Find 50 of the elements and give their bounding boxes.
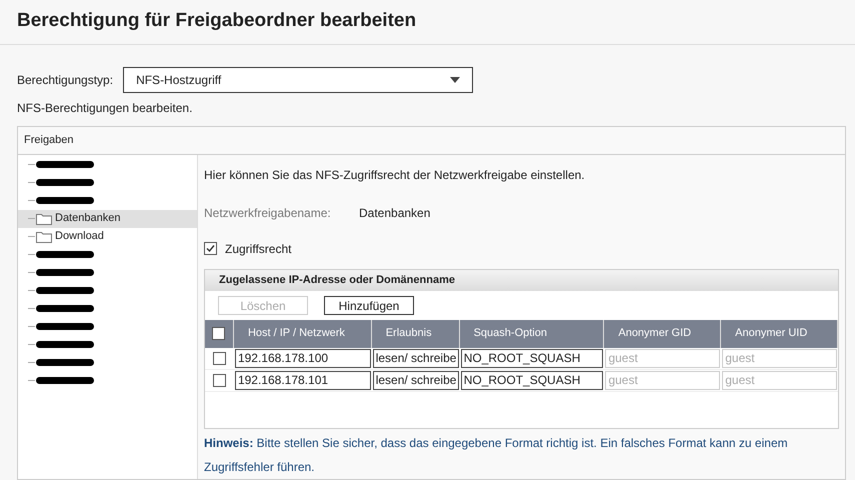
caret-icon xyxy=(450,76,460,82)
access-checkbox[interactable] xyxy=(204,242,217,255)
permission-type-label: Berechtigungstyp: xyxy=(17,72,114,88)
action-button[interactable]: Hinzufügen xyxy=(324,296,414,314)
squash-field[interactable]: NO_ROOT_SQUASH xyxy=(460,348,604,368)
share-name-label: Netzwerkfreigabename: xyxy=(204,204,332,222)
host-field[interactable]: 192.168.178.100 xyxy=(234,348,371,368)
redaction-mark xyxy=(36,251,94,258)
column-header: Anonymer GID xyxy=(618,326,692,342)
select-all-checkbox[interactable] xyxy=(212,327,226,340)
intro-text: Hier können Sie das NFS-Zugriffsrecht der Netzwerkfreigabe einstellen. xyxy=(204,166,586,184)
redaction-mark xyxy=(36,269,94,276)
permission-field[interactable]: lesen/ schreibe xyxy=(372,348,459,368)
share-name-value: Datenbanken xyxy=(359,204,430,222)
folder-icon xyxy=(36,230,52,242)
tree-item[interactable]: Datenbanken xyxy=(18,210,197,228)
redaction-mark xyxy=(36,287,94,294)
folder-label: Datenbanken xyxy=(55,211,120,226)
column-header: Anonymer UID xyxy=(735,326,808,342)
redaction-mark xyxy=(36,359,94,366)
column-header: Squash-Option xyxy=(474,326,547,342)
panel-title: Freigaben xyxy=(24,132,74,148)
squash-field[interactable]: NO_ROOT_SQUASH xyxy=(460,370,604,390)
folder-label: Download xyxy=(55,229,104,244)
uid-field[interactable]: guest xyxy=(722,370,837,390)
folder-icon xyxy=(36,212,52,224)
redaction-mark xyxy=(36,341,94,348)
host-field[interactable]: 192.168.178.101 xyxy=(234,370,371,390)
row-checkbox[interactable] xyxy=(212,352,226,364)
gid-field[interactable]: guest xyxy=(605,348,720,368)
column-header: Host / IP / Netzwerk xyxy=(248,326,345,342)
row-checkbox[interactable] xyxy=(212,374,226,386)
permission-type-dropdown[interactable]: NFS-Hostzugriff xyxy=(123,66,474,92)
redaction-mark xyxy=(36,179,94,186)
permission-field[interactable]: lesen/ schreibe xyxy=(372,370,459,390)
hint-text: Hinweis: Bitte stellen Sie sicher, dass das eingegebene Format richtig ist. Ein falsches Format kann zu einem Zugriffsfehler führen. xyxy=(204,434,789,476)
gid-field[interactable]: guest xyxy=(605,370,720,390)
page-title: Berechtigung für Freigabeordner bearbeiten xyxy=(17,9,418,33)
hosts-title: Zugelassene IP-Adresse oder Domänenname xyxy=(219,272,455,288)
subtitle: NFS-Berechtigungen bearbeiten. xyxy=(16,100,194,116)
check-icon xyxy=(205,243,216,254)
tree-item[interactable]: Download xyxy=(18,228,197,246)
access-label: Zugriffsrecht xyxy=(225,240,292,258)
uid-field[interactable]: guest xyxy=(722,348,837,368)
redaction-mark xyxy=(36,161,94,168)
redaction-mark xyxy=(36,323,94,330)
column-header: Erlaubnis xyxy=(386,326,432,342)
redaction-mark xyxy=(36,197,94,204)
redaction-mark xyxy=(36,305,94,312)
redaction-mark xyxy=(36,377,94,384)
